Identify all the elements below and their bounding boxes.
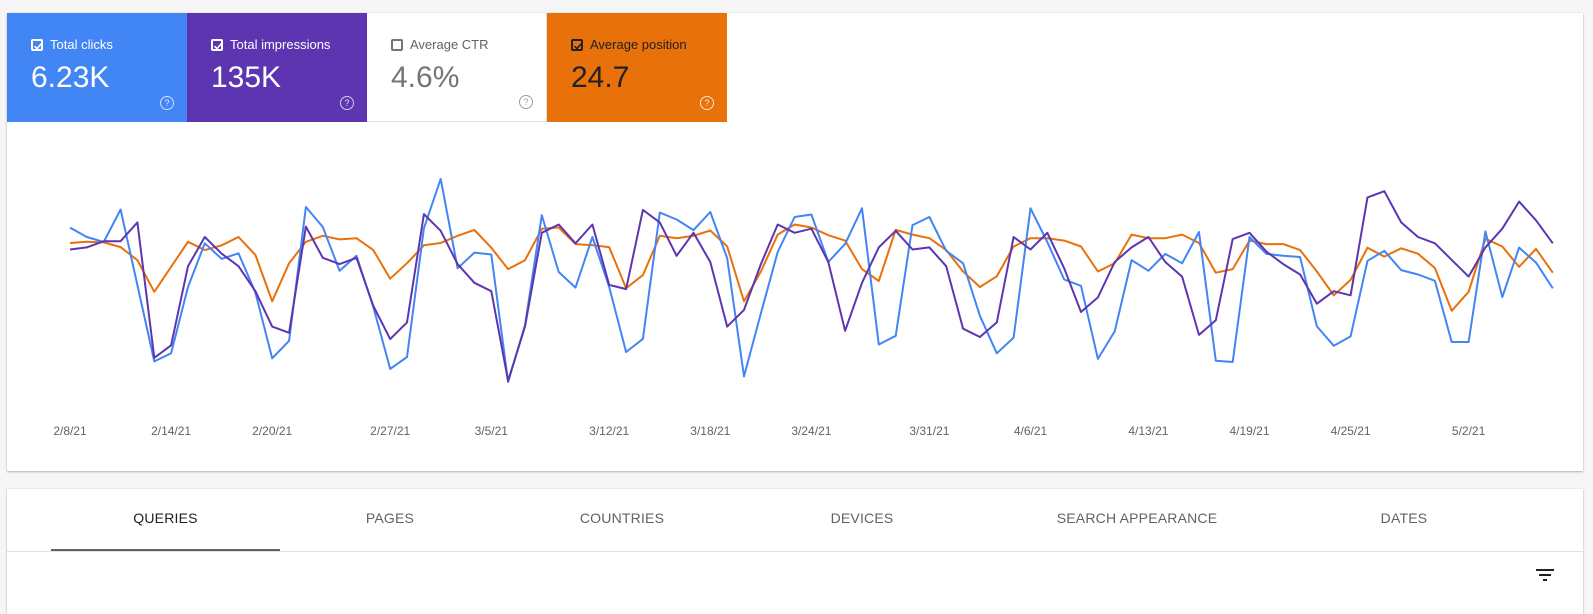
x-axis-tick-label: 4/19/21 [1229,424,1269,438]
performance-card: Total clicks 6.23K ? Total impressions 1… [7,13,1583,471]
x-axis-tick-label: 4/6/21 [1014,424,1048,438]
tab-dates[interactable]: DATES [1289,489,1519,551]
metric-header: Average position [571,37,687,52]
tab-search-appearance[interactable]: SEARCH APPEARANCE [1007,489,1267,551]
series-line-total-impressions [69,190,1554,382]
filter-list-icon[interactable] [1533,563,1557,587]
tab-queries[interactable]: QUERIES [51,489,280,551]
tab-devices[interactable]: DEVICES [747,489,977,551]
metric-total-clicks[interactable]: Total clicks 6.23K ? [7,13,187,122]
dimension-tabs: QUERIES PAGES COUNTRIES DEVICES SEARCH A… [7,489,1583,552]
metric-value: 4.6% [391,61,460,94]
metric-value: 24.7 [571,61,630,94]
x-axis-tick-label: 3/18/21 [690,424,730,438]
performance-chart[interactable]: 2/8/21 2/14/21 2/20/21 2/27/21 3/5/21 3/12/21… [7,122,1583,471]
metric-cards: Total clicks 6.23K ? Total impressions 1… [7,13,727,122]
report-table-card: QUERIES PAGES COUNTRIES DEVICES SEARCH A… [7,489,1583,614]
checkbox-checked-icon[interactable] [31,38,43,51]
help-icon[interactable]: ? [340,96,354,110]
x-axis-tick-label: 3/24/21 [791,424,831,438]
x-axis-tick-label: 2/8/21 [53,424,87,438]
metric-header: Average CTR [391,37,489,52]
metric-label: Average position [590,37,687,52]
metric-label: Total impressions [230,37,331,52]
x-axis-tick-label: 3/5/21 [475,424,509,438]
checkbox-checked-icon[interactable] [571,38,583,51]
tab-pages[interactable]: PAGES [275,489,505,551]
help-icon[interactable]: ? [160,96,174,110]
metric-total-impressions[interactable]: Total impressions 135K ? [187,13,367,122]
metric-value: 135K [211,61,282,94]
x-axis-tick-label: 3/31/21 [909,424,949,438]
metric-average-ctr[interactable]: Average CTR 4.6% ? [367,13,547,122]
metric-header: Total clicks [31,37,113,52]
x-axis-tick-label: 3/12/21 [589,424,629,438]
x-axis-tick-label: 4/13/21 [1128,424,1168,438]
checkbox-checked-icon[interactable] [211,38,223,51]
metric-average-position[interactable]: Average position 24.7 ? [547,13,727,122]
metric-header: Total impressions [211,37,330,52]
help-icon[interactable]: ? [519,95,533,109]
x-axis-tick-label: 2/27/21 [370,424,410,438]
metric-label: Total clicks [50,37,113,52]
x-axis-tick-label: 5/2/21 [1452,424,1486,438]
metric-value: 6.23K [31,61,110,94]
x-axis-tick-label: 2/14/21 [151,424,191,438]
series-line-average-position [69,223,1554,312]
metric-label: Average CTR [410,37,489,52]
series-line-total-clicks [69,177,1554,383]
help-icon[interactable]: ? [700,96,714,110]
x-axis-tick-label: 2/20/21 [252,424,292,438]
tab-countries[interactable]: COUNTRIES [507,489,737,551]
x-axis-tick-label: 4/25/21 [1331,424,1371,438]
checkbox-unchecked-icon[interactable] [391,38,403,51]
